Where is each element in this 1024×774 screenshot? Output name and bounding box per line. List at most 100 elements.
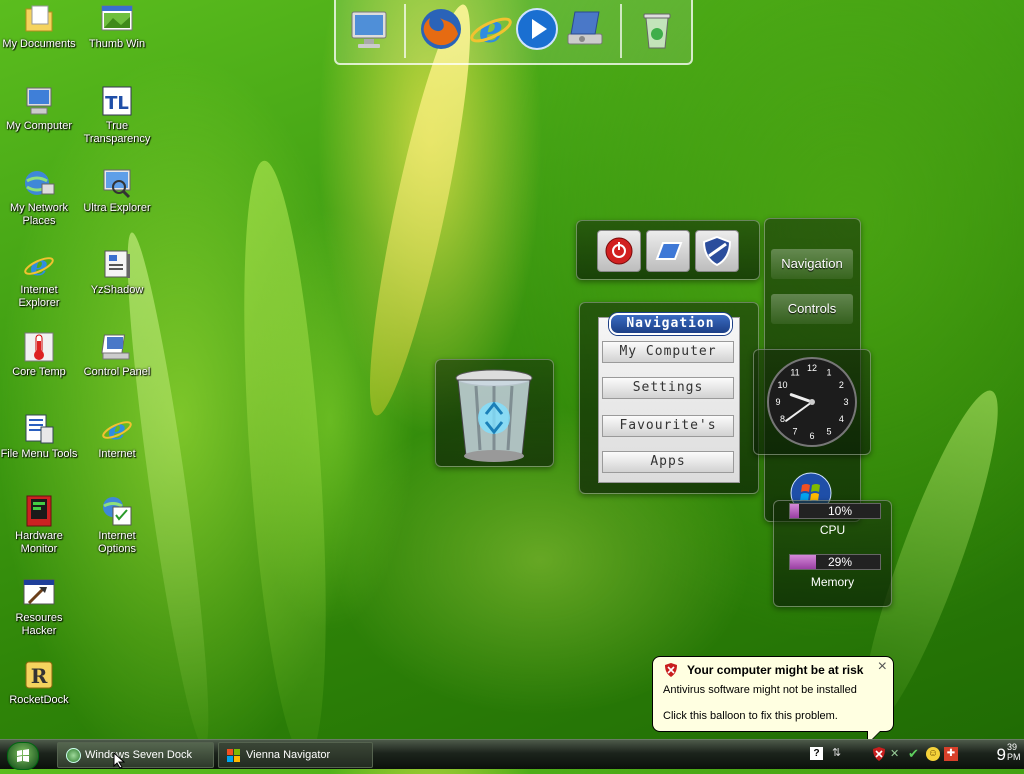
monitor-icon[interactable] [346,6,392,52]
desktop-icon-label: Internet Options [98,530,136,555]
side-navigation-button[interactable]: Navigation [771,249,853,279]
rocketdock-icon: R [23,659,55,691]
power-controls-widget [576,220,760,280]
desktop-icon[interactable]: TL True Transparency [78,85,156,146]
security-shield-icon [664,663,678,677]
wallpaper-blade [113,230,223,750]
analog-clock: 12 12 3 45 6 789 1011 [767,357,857,447]
side-controls-button[interactable]: Controls [771,294,853,324]
desktop-icon[interactable]: YzShadow [78,249,156,297]
task-windows-seven-dock[interactable]: Windows Seven Dock [57,742,214,768]
internet-explorer-icon[interactable]: e [468,6,514,52]
desktop-icon[interactable]: e Internet Explorer [0,249,78,310]
desktop-icon[interactable]: e Internet [78,413,156,461]
desktop-icon[interactable]: Core Temp [0,331,78,379]
desktop-icon-label: Internet [98,448,136,460]
desktop-icon-label: My Network Places [9,202,69,227]
nav-my-computer-button[interactable]: My Computer [602,341,734,363]
control-panel-icon [101,331,133,363]
desktop-icon-label: Resoures Hacker [15,612,63,637]
desktop-icon[interactable]: R RocketDock [0,659,78,707]
clock-numeral: 2 [839,380,844,390]
desktop-icon-label: RocketDock [9,694,69,706]
ultra-explorer-icon [101,167,133,199]
security-alert-icon[interactable] [872,747,886,761]
security-shield-button[interactable] [695,230,739,272]
desktop-icon[interactable]: My Network Places [0,167,78,228]
show-desktop-button[interactable] [646,230,690,272]
cpu-label: CPU [819,523,846,537]
system-properties-icon[interactable] [562,6,608,52]
desktop-icon[interactable]: My Computer [0,85,78,133]
clock-numeral: 11 [790,368,799,378]
windows-flag-icon [227,748,241,762]
hardware-monitor-icon [23,495,55,527]
yzshadow-icon [101,249,133,281]
taskbar: Windows Seven Dock Vienna Navigator ? ⇅ … [0,739,1024,770]
nav-settings-button[interactable]: Settings [602,377,734,399]
balloon-line1: Antivirus software might not be installe… [663,684,857,696]
desktop-icon-label: Internet Explorer [18,284,60,309]
wallpaper-blade [229,158,341,762]
desktop-icon-label: True Transparency [83,120,151,145]
dock-separator [620,4,622,58]
true-transparency-icon: TL [101,85,133,117]
start-button[interactable] [7,742,39,770]
media-player-icon[interactable] [514,6,560,52]
desktop-icon-label: Core Temp [12,366,66,378]
balloon-line2: Click this balloon to fix this problem. [663,710,838,722]
balloon-close-button[interactable]: × [878,658,887,676]
firefox-icon[interactable] [418,6,464,52]
smiley-icon[interactable]: ☺ [926,747,940,761]
task-label: Vienna Navigator [246,749,331,761]
desktop-icon[interactable]: Thumb Win [78,3,156,51]
desktop-icon-label: My Computer [5,120,73,132]
clock-center [809,399,815,405]
clock-numeral: 5 [826,426,831,436]
mouse-cursor [113,752,125,768]
shutdown-button[interactable] [597,230,641,272]
desktop-icon[interactable]: File Menu Tools [0,413,78,461]
nav-favourites-button[interactable]: Favourite's [602,415,734,437]
clock-numeral: 7 [792,426,797,436]
navigation-panel: Navigation My Computer Settings Favourit… [579,302,759,494]
clock-numeral: 8 [780,414,785,424]
cpu-meter-fill [790,504,799,518]
recycle-bin-icon[interactable] [634,6,680,52]
app-tray-icon[interactable]: ✚ [944,747,958,761]
svg-text:R: R [31,664,48,688]
network-icon[interactable]: ⇅ [832,746,846,760]
task-vienna-navigator[interactable]: Vienna Navigator [218,742,373,768]
desktop-icon[interactable]: Ultra Explorer [78,167,156,215]
memory-label: Memory [810,575,855,589]
clock-numeral: 10 [778,380,788,390]
desktop-icon[interactable]: My Documents [0,3,78,51]
taskbar-clock[interactable]: 9 39 PM [997,742,1021,768]
checkmark-icon[interactable]: ✔ [908,747,922,761]
desktop-icon-label: Hardware Monitor [15,530,63,555]
network-disconnected-icon[interactable]: ✕ [890,747,904,761]
desktop-icon-label: File Menu Tools [0,448,78,460]
internet-options-icon [101,495,133,527]
clock-numeral: 4 [839,414,844,424]
network-places-icon [23,167,55,199]
clock-numeral: 6 [809,431,814,441]
clock-numeral: 1 [826,368,831,378]
desktop-icon[interactable]: Hardware Monitor [0,495,78,556]
cpu-percent: 10% [828,504,853,518]
thermometer-icon [23,331,55,363]
security-balloon[interactable]: Your computer might be at risk × Antivir… [652,656,894,745]
resource-hacker-icon [23,577,55,609]
internet-explorer-icon: e [23,249,55,282]
system-tray: ? ⇅ ✕ ✔ ☺ ✚ 9 39 PM [804,741,1024,768]
clock-numeral: 3 [843,397,848,407]
folder-documents-icon [23,3,55,35]
desktop-icon-label: YzShadow [90,284,144,296]
desktop-icon[interactable]: Control Panel [78,331,156,379]
nav-apps-button[interactable]: Apps [602,451,734,473]
memory-percent: 29% [828,555,853,569]
recycle-bin-widget[interactable] [435,359,554,467]
help-icon[interactable]: ? [810,747,823,760]
desktop-icon[interactable]: Internet Options [78,495,156,556]
desktop-icon[interactable]: Resoures Hacker [0,577,78,638]
